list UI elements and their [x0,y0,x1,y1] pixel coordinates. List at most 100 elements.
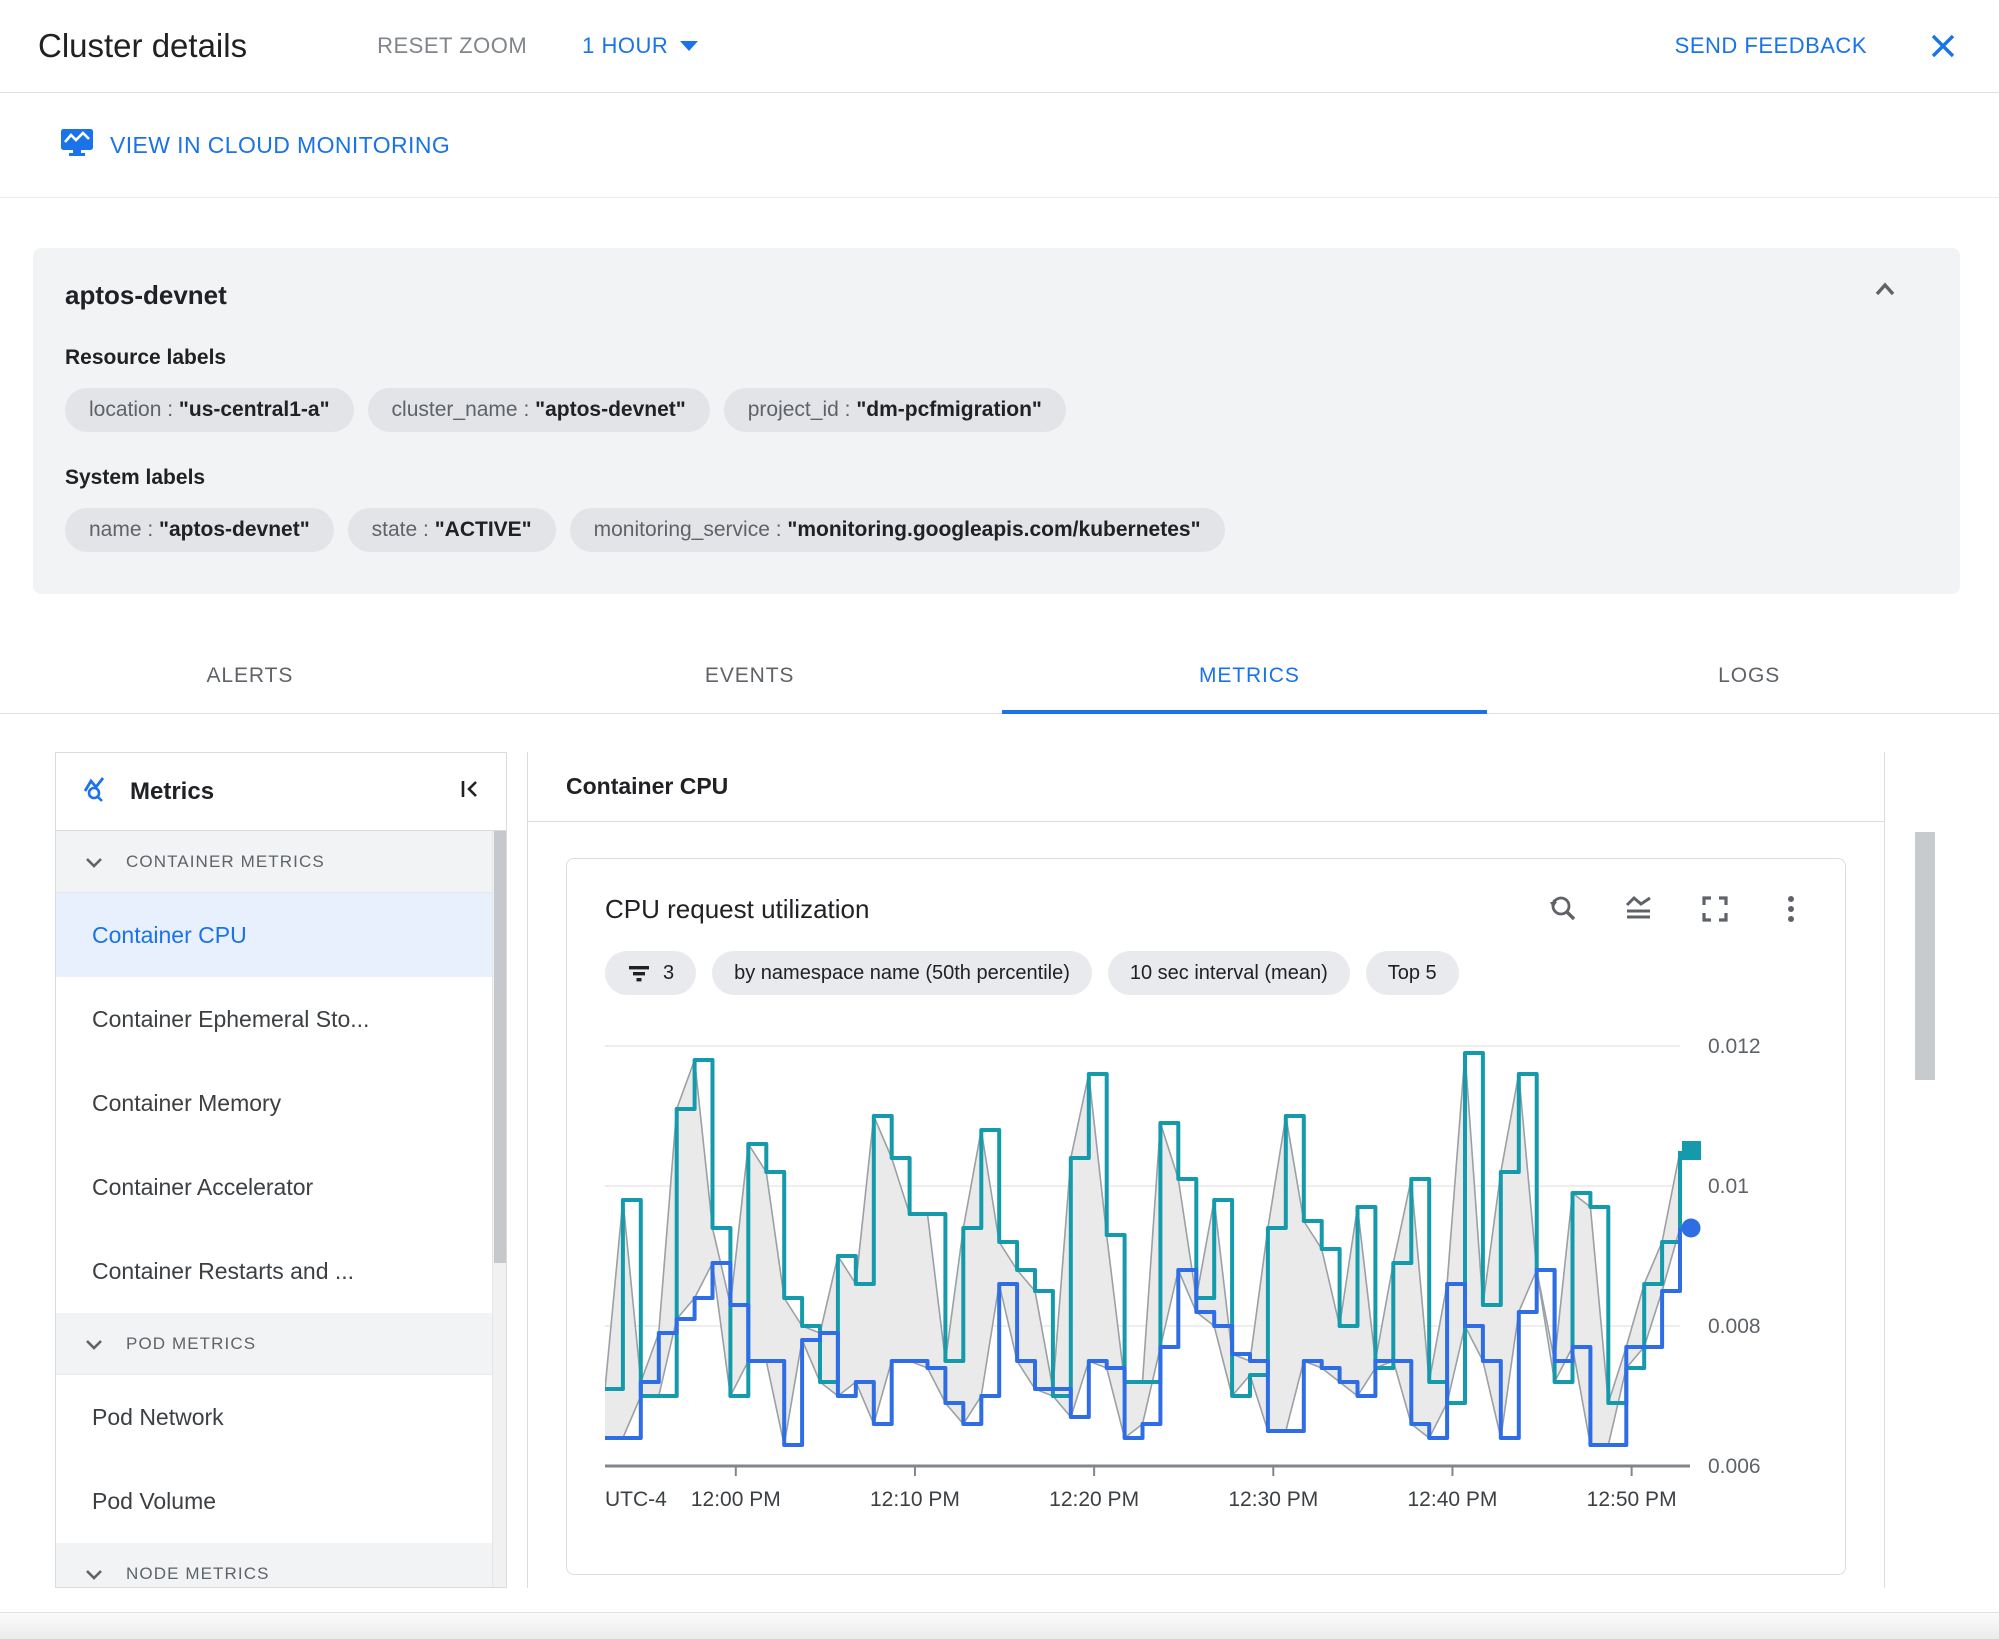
cluster-details-panel: Cluster details RESET ZOOM 1 HOUR SEND F… [0,0,1999,1639]
filter-list-icon [629,966,649,982]
svg-text:12:40 PM: 12:40 PM [1408,1488,1498,1511]
svg-text:12:10 PM: 12:10 PM [870,1488,960,1511]
svg-text:0.012: 0.012 [1708,1035,1761,1058]
svg-text:0.006: 0.006 [1708,1455,1761,1478]
label-key: cluster_name [391,398,518,421]
svg-text:12:50 PM: 12:50 PM [1587,1488,1677,1511]
collapse-panel-icon[interactable] [456,775,484,808]
metrics-list: CONTAINER METRICS Container CPU Containe… [56,831,506,1587]
label-value: "ACTIVE" [434,518,532,541]
sidebar-scrollbar[interactable] [492,831,506,1587]
chevron-down-icon [86,1569,102,1580]
top-bar: Cluster details RESET ZOOM 1 HOUR SEND F… [0,0,1999,93]
sidebar-title: Metrics [130,777,215,805]
legend-toggle-icon[interactable] [1623,893,1655,925]
chart-actions [1547,893,1807,925]
page-scrollbar[interactable] [1915,752,1935,1312]
metrics-sidebar: Metrics CONTAINER METRICS Container CPU … [55,752,507,1588]
label-value: "us-central1-a" [178,398,330,421]
section-container-metrics[interactable]: CONTAINER METRICS [56,831,506,893]
chart-title: CPU request utilization [605,893,870,924]
chevron-down-icon [680,41,699,51]
sidebar-item-container-memory[interactable]: Container Memory [56,1061,506,1145]
cluster-name: aptos-devnet [65,280,227,310]
svg-text:12:00 PM: 12:00 PM [691,1488,781,1511]
label-value: "dm-pcfmigration" [856,398,1042,421]
time-range-dropdown[interactable]: 1 HOUR [582,33,699,59]
tab-events[interactable]: EVENTS [500,638,1000,713]
summary-head: aptos-devnet [65,278,1928,312]
chevron-up-icon[interactable] [1870,278,1900,305]
metric-group-title: Container CPU [528,752,1884,822]
bottom-edge-strip [0,1612,1999,1639]
chevron-down-icon [86,1339,102,1350]
chart-plot-area[interactable]: 0.012 0.01 0.008 0.006 12:00 PM 12:10 PM 12:20… [603,1011,1807,1548]
sidebar-item-container-cpu[interactable]: Container CPU [56,893,506,977]
monitoring-link-row: VIEW IN CLOUD MONITORING [0,93,1999,198]
section-node-metrics[interactable]: NODE METRICS [56,1543,506,1587]
tab-bar: ALERTS EVENTS METRICS LOGS [0,638,1999,714]
label-key: monitoring_service [593,518,770,541]
chevron-down-icon [86,857,102,868]
svg-text:UTC-4: UTC-4 [605,1488,667,1511]
label-chip: project_id : "dm-pcfmigration" [723,388,1066,432]
filter-count-label: 3 [663,961,675,984]
label-chip: state : "ACTIVE" [347,508,556,552]
chart-filter-chips: 3 by namespace name (50th percentile) 10… [605,951,1807,995]
monitoring-chart-icon [60,127,94,163]
label-key: state [371,518,418,541]
chart-card: CPU request utilization 3 by namespace n… [566,858,1846,1575]
label-chip: location : "us-central1-a" [65,388,354,432]
system-labels-title: System labels [65,466,206,489]
sidebar-item-container-ephemeral-storage[interactable]: Container Ephemeral Sto... [56,977,506,1061]
page-scrollbar-thumb[interactable] [1915,832,1935,1080]
main-panel: Container CPU CPU request utilization 3 … [527,752,1885,1588]
chart-card-head: CPU request utilization [605,893,1807,925]
label-key: name [89,518,142,541]
label-key: project_id [747,398,839,421]
section-pod-metrics[interactable]: POD METRICS [56,1313,506,1375]
resource-labels-row: location : "us-central1-a" cluster_name … [65,388,1928,432]
fullscreen-icon[interactable] [1699,893,1731,925]
sidebar-item-pod-volume[interactable]: Pod Volume [56,1459,506,1543]
reset-zoom-button[interactable]: RESET ZOOM [377,33,527,59]
group-by-chip[interactable]: by namespace name (50th percentile) [712,951,1092,995]
interval-chip[interactable]: 10 sec interval (mean) [1107,951,1350,995]
view-in-cloud-monitoring-label: VIEW IN CLOUD MONITORING [110,131,451,158]
time-range-label: 1 HOUR [582,33,669,58]
more-options-icon[interactable] [1775,893,1807,925]
label-value: "aptos-devnet" [535,398,686,421]
close-icon[interactable] [1925,28,1961,64]
zoom-reset-icon[interactable] [1547,893,1579,925]
sidebar-scrollbar-thumb[interactable] [494,831,506,1263]
section-header-label: POD METRICS [126,1333,257,1353]
label-chip: monitoring_service : "monitoring.googlea… [569,508,1225,552]
send-feedback-button[interactable]: SEND FEEDBACK [1675,33,1867,59]
system-labels-row: name : "aptos-devnet" state : "ACTIVE" m… [65,508,1928,552]
tab-alerts[interactable]: ALERTS [0,638,500,713]
label-value: "aptos-devnet" [159,518,310,541]
sidebar-item-container-restarts[interactable]: Container Restarts and ... [56,1229,506,1313]
sidebar-item-container-accelerator[interactable]: Container Accelerator [56,1145,506,1229]
label-key: location [89,398,162,421]
sidebar-header: Metrics [56,753,506,831]
section-header-label: NODE METRICS [126,1563,270,1583]
svg-text:12:20 PM: 12:20 PM [1049,1488,1139,1511]
top-n-chip[interactable]: Top 5 [1365,951,1459,995]
label-value: "monitoring.googleapis.com/kubernetes" [787,518,1201,541]
cluster-summary-card: aptos-devnet Resource labels location : … [33,248,1960,594]
filter-count-chip[interactable]: 3 [605,951,697,995]
metrics-content: Metrics CONTAINER METRICS Container CPU … [0,714,1999,1588]
tab-logs[interactable]: LOGS [1499,638,1999,713]
view-in-cloud-monitoring-link[interactable]: VIEW IN CLOUD MONITORING [60,127,450,163]
svg-text:0.01: 0.01 [1708,1175,1749,1198]
label-chip: name : "aptos-devnet" [65,508,334,552]
resource-labels-title: Resource labels [65,346,227,369]
svg-text:0.008: 0.008 [1708,1315,1761,1338]
metrics-explorer-icon [82,774,112,809]
sidebar-item-pod-network[interactable]: Pod Network [56,1375,506,1459]
page-title: Cluster details [38,27,248,64]
svg-text:12:30 PM: 12:30 PM [1228,1488,1318,1511]
tab-metrics[interactable]: METRICS [1000,638,1500,714]
label-chip: cluster_name : "aptos-devnet" [367,388,710,432]
